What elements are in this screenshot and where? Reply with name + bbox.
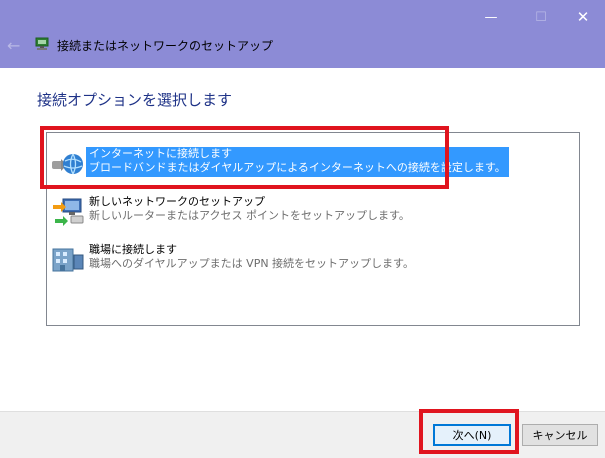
highlight-box-internet-option (40, 126, 449, 189)
close-icon: ✕ (576, 8, 590, 26)
workplace-icon (52, 248, 84, 272)
cancel-button[interactable]: キャンセル (522, 424, 598, 446)
network-setup-icon (53, 198, 84, 226)
option-title: 新しいネットワークのセットアップ (89, 195, 265, 208)
minimize-icon: — (484, 9, 498, 25)
back-arrow-icon[interactable]: ← (7, 36, 20, 55)
maximize-icon: ☐ (535, 9, 547, 25)
minimize-button[interactable]: — (468, 2, 514, 32)
option-description: 新しいルーターまたはアクセス ポイントをセットアップします。 (89, 209, 410, 222)
close-button[interactable]: ✕ (560, 2, 605, 32)
option-workplace[interactable]: 職場に接続します 職場へのダイヤルアップまたは VPN 接続をセットアップします… (51, 239, 571, 283)
highlight-box-next-button (419, 409, 519, 454)
window-title: 接続またはネットワークのセットアップ (57, 39, 274, 53)
page-title: 接続オプションを選択します (37, 91, 233, 109)
network-setup-app-icon (35, 37, 49, 50)
option-text: 職場に接続します 職場へのダイヤルアップまたは VPN 接続をセットアップします… (89, 243, 414, 271)
option-title: 職場に接続します (89, 243, 177, 256)
option-text: 新しいネットワークのセットアップ 新しいルーターまたはアクセス ポイントをセット… (89, 195, 410, 223)
option-description: 職場へのダイヤルアップまたは VPN 接続をセットアップします。 (89, 257, 414, 270)
option-new-network[interactable]: 新しいネットワークのセットアップ 新しいルーターまたはアクセス ポイントをセット… (51, 191, 571, 235)
maximize-button[interactable]: ☐ (518, 2, 564, 32)
title-bar: — ☐ ✕ ← 接続またはネットワークのセットアップ (0, 0, 605, 68)
